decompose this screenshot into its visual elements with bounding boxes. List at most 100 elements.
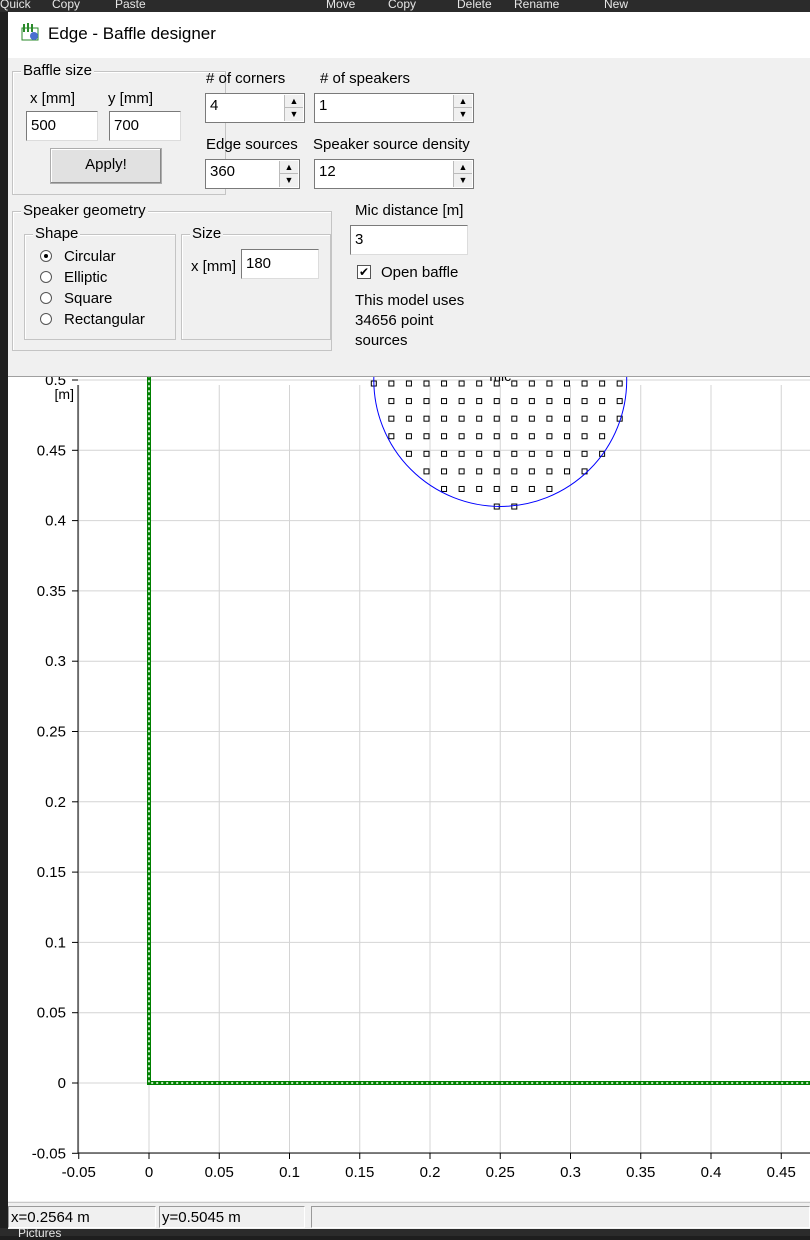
speaker-source-point (388, 433, 395, 440)
baffle-x-input[interactable]: 500 (26, 111, 98, 141)
speaker-source-point (405, 450, 412, 457)
speaker-source-point (563, 398, 570, 405)
x-tick-label: 0.4 (701, 1164, 722, 1181)
speaker-source-point (511, 380, 518, 387)
speaker-source-point (458, 380, 465, 387)
spin-down-icon[interactable]: ▼ (280, 174, 298, 187)
shape-circular-label[interactable]: Circular (64, 248, 116, 265)
bg-item: Delete (457, 0, 492, 11)
bg-item: Rename (514, 0, 560, 11)
speakers-spin-buttons[interactable]: ▲ ▼ (453, 95, 472, 121)
speaker-source-point (581, 433, 588, 440)
speaker-density-spinner[interactable]: 12 ▲ ▼ (314, 159, 474, 189)
y-tick-label: 0 (58, 1075, 66, 1092)
shape-elliptic-radio[interactable] (40, 271, 52, 283)
speaker-geometry-group-label: Speaker geometry (21, 202, 148, 219)
spin-up-icon[interactable]: ▲ (280, 161, 298, 174)
speaker-source-point (476, 433, 483, 440)
speaker-source-point (458, 433, 465, 440)
shape-square-label[interactable]: Square (64, 290, 112, 307)
speaker-source-point (458, 450, 465, 457)
baffle-plot[interactable]: 0.950.90.850.80.750.70.650.60.550.50.450… (8, 21, 810, 1201)
bg-item: Copy (52, 0, 81, 11)
y-tick-label: 0.3 (45, 653, 66, 670)
shape-square-radio[interactable] (40, 292, 52, 304)
speaker-source-point (563, 468, 570, 475)
app-icon (21, 23, 39, 41)
speaker-source-point (388, 380, 395, 387)
edge-sources-value: 360 (210, 163, 236, 180)
status-bar: x=0.2564 m y=0.5045 m (8, 1202, 810, 1229)
speaker-source-point (476, 398, 483, 405)
speaker-source-point (581, 380, 588, 387)
baffle-size-group-label: Baffle size (21, 62, 94, 79)
speaker-source-point (528, 415, 535, 422)
speaker-source-point (511, 485, 518, 492)
speaker-source-point (423, 380, 430, 387)
speakers-spinner[interactable]: 1 ▲ ▼ (314, 93, 474, 123)
y-axis-label: [m] (55, 386, 74, 402)
baffle-plot-svg[interactable]: 0.950.90.850.80.750.70.650.60.550.50.450… (8, 21, 810, 1201)
model-info-line3: sources (355, 332, 408, 349)
speaker-source-point (476, 415, 483, 422)
model-info-line1: This model uses (355, 292, 465, 309)
edge-sources-spin-buttons[interactable]: ▲ ▼ (279, 161, 298, 187)
spin-up-icon[interactable]: ▲ (454, 95, 472, 108)
speaker-source-point (599, 380, 606, 387)
spin-down-icon[interactable]: ▼ (285, 108, 303, 121)
mic-label: mic (489, 377, 511, 384)
spin-down-icon[interactable]: ▼ (454, 108, 472, 121)
shape-rectangular-radio[interactable] (40, 313, 52, 325)
speakers-label: # of speakers (320, 70, 411, 87)
x-tick-label: 0.3 (560, 1164, 581, 1181)
speaker-source-point (546, 398, 553, 405)
corners-value: 4 (210, 97, 219, 114)
speaker-source-point (493, 468, 500, 475)
size-x-label: x [mm] (191, 258, 236, 275)
open-baffle-checkbox[interactable]: ✔ (357, 265, 371, 279)
spin-up-icon[interactable]: ▲ (285, 95, 303, 108)
baffle-y-input[interactable]: 700 (109, 111, 181, 141)
speaker-source-point (441, 450, 448, 457)
background-taskbar: Pictures (0, 1226, 810, 1240)
status-x-readout: x=0.2564 m (8, 1206, 156, 1228)
speaker-source-point (493, 450, 500, 457)
background-sidebar (0, 12, 8, 1236)
speaker-source-point (581, 415, 588, 422)
title-bar[interactable]: Edge - Baffle designer (8, 12, 810, 58)
speaker-source-point (423, 450, 430, 457)
status-extra-pane (311, 1206, 810, 1228)
bg-item: Copy (388, 0, 417, 11)
open-baffle-label[interactable]: Open baffle (381, 264, 458, 281)
y-tick-label: 0.35 (37, 583, 66, 600)
x-tick-label: 0.1 (279, 1164, 300, 1181)
speaker-source-point (458, 398, 465, 405)
shape-elliptic-label[interactable]: Elliptic (64, 269, 107, 286)
speaker-source-point (528, 485, 535, 492)
edge-sources-spinner[interactable]: 360 ▲ ▼ (205, 159, 300, 189)
size-x-input[interactable]: 180 (241, 249, 319, 279)
spin-down-icon[interactable]: ▼ (454, 174, 472, 187)
speaker-source-point (476, 468, 483, 475)
speaker-source-point (476, 485, 483, 492)
speaker-source-point (563, 380, 570, 387)
status-y-readout: y=0.5045 m (159, 1206, 305, 1228)
speaker-source-point (528, 468, 535, 475)
speaker-density-spin-buttons[interactable]: ▲ ▼ (453, 161, 472, 187)
speaker-source-point (616, 380, 623, 387)
apply-button[interactable]: Apply! (50, 148, 162, 184)
mic-distance-input[interactable]: 3 (350, 225, 468, 255)
y-tick-label: 0.45 (37, 442, 66, 459)
spin-up-icon[interactable]: ▲ (454, 161, 472, 174)
shape-rectangular-label[interactable]: Rectangular (64, 311, 145, 328)
size-group-label: Size (190, 225, 224, 242)
speaker-source-point (493, 485, 500, 492)
corners-label: # of corners (206, 70, 286, 87)
bg-item: Paste (115, 0, 146, 11)
speaker-source-point (528, 380, 535, 387)
speaker-source-point (599, 398, 606, 405)
x-tick-label: -0.05 (62, 1164, 96, 1181)
shape-circular-radio[interactable] (40, 250, 52, 262)
corners-spin-buttons[interactable]: ▲ ▼ (284, 95, 303, 121)
corners-spinner[interactable]: 4 ▲ ▼ (205, 93, 305, 123)
